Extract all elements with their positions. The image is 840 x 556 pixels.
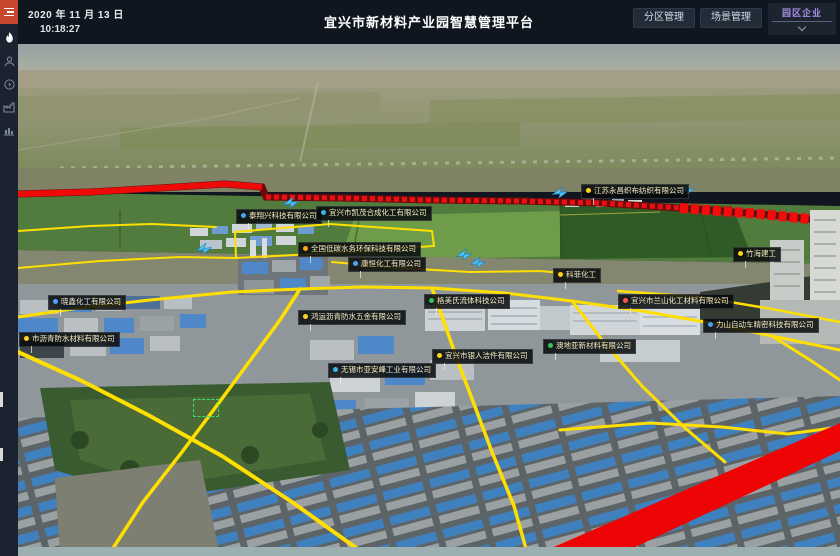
company-type-icon — [429, 298, 434, 303]
company-label-text: 宜兴市兰山化工材料有限公司 — [631, 297, 729, 305]
company-label[interactable]: 康恒化工有限公司 — [348, 257, 426, 272]
company-label-text: 无锡市亚安峰工业有限公司 — [341, 366, 431, 374]
company-label-text: 江苏永昌织布纺织有限公司 — [594, 187, 684, 195]
company-type-icon — [353, 261, 358, 266]
park-enterprise-dropdown-label: 园区企业 — [782, 6, 822, 19]
company-type-icon — [241, 213, 246, 218]
company-type-icon — [738, 251, 743, 256]
company-label-text: 宜兴市凯茂合成化工有限公司 — [329, 209, 427, 217]
company-label-text: 鸿运沥青防水五金有限公司 — [311, 313, 401, 321]
park-enterprise-dropdown[interactable]: 园区企业 — [768, 3, 836, 35]
company-label[interactable]: 全国低碳水务环保科技有限公司 — [298, 242, 421, 257]
company-type-icon — [24, 336, 29, 341]
company-label-text: 宜兴市银人洁件有限公司 — [445, 352, 528, 360]
company-label[interactable]: 江苏永昌织布纺织有限公司 — [581, 184, 689, 199]
company-type-icon — [437, 353, 442, 358]
menu-icon[interactable] — [0, 0, 18, 24]
user-icon[interactable] — [3, 55, 15, 67]
company-label[interactable]: 宜兴市兰山化工材料有限公司 — [618, 294, 734, 309]
bottom-edge-strip — [18, 547, 840, 556]
company-label-text: 澳地亚新材料有限公司 — [556, 342, 631, 350]
chevron-down-icon — [798, 23, 806, 31]
company-type-icon — [321, 210, 326, 215]
company-label[interactable]: 宜兴市银人洁件有限公司 — [432, 349, 533, 364]
company-label[interactable]: 晓鑫化工有限公司 — [48, 295, 126, 310]
selection-box — [193, 399, 219, 417]
map-3d-view[interactable]: 泰翔兴科技有限公司 宜兴市凯茂合成化工有限公司全国低碳水务环保科技有限公司康恒化工… — [18, 44, 840, 556]
company-label-text: 市沥青防水材料有限公司 — [32, 335, 115, 343]
zone-management-button[interactable]: 分区管理 — [633, 8, 695, 28]
company-type-icon — [53, 299, 58, 304]
company-label[interactable]: 市沥青防水材料有限公司 — [19, 332, 120, 347]
company-label-text: 竹海建工 — [746, 250, 776, 258]
company-type-icon — [708, 322, 713, 327]
company-label[interactable]: 格美氏流体科技公司 — [424, 294, 510, 309]
company-label-text: 格美氏流体科技公司 — [437, 297, 505, 305]
company-type-icon — [586, 188, 591, 193]
warehouse-layer — [18, 382, 840, 556]
bar-chart-icon[interactable] — [3, 124, 15, 136]
company-label[interactable]: 竹海建工 — [733, 247, 781, 262]
company-label-text: 泰翔兴科技有限公司 — [249, 212, 317, 220]
company-label-text: 科菲化工 — [566, 271, 596, 279]
tool-sidebar — [0, 24, 18, 556]
company-type-icon — [303, 314, 308, 319]
flame-icon[interactable] — [3, 32, 15, 44]
panel-handle[interactable] — [0, 392, 3, 407]
company-label-text: 康恒化工有限公司 — [361, 260, 421, 268]
company-label[interactable]: 无锡市亚安峰工业有限公司 — [328, 363, 436, 378]
company-label-text: 晓鑫化工有限公司 — [61, 298, 121, 306]
top-header-bar: 2020 年 11 月 13 日 10:18:27 宜兴市新材料产业园智慧管理平… — [18, 0, 840, 44]
company-type-icon — [623, 298, 628, 303]
company-type-icon — [303, 246, 308, 251]
company-label[interactable]: 澳地亚新材料有限公司 — [543, 339, 636, 354]
company-label[interactable]: 力山自动车精密科技有限公司 — [703, 318, 819, 333]
company-label[interactable]: 泰翔兴科技有限公司 — [236, 209, 322, 224]
company-label[interactable]: 科菲化工 — [553, 268, 601, 283]
company-type-icon — [333, 367, 338, 372]
company-label[interactable]: 鸿运沥青防水五金有限公司 — [298, 310, 406, 325]
company-type-icon — [558, 272, 563, 277]
company-label[interactable]: 宜兴市凯茂合成化工有限公司 — [316, 206, 432, 221]
panel-handle[interactable] — [0, 448, 3, 461]
company-label-text: 力山自动车精密科技有限公司 — [716, 321, 814, 329]
company-type-icon — [548, 343, 553, 348]
smart-park-platform-window: 2020 年 11 月 13 日 10:18:27 宜兴市新材料产业园智慧管理平… — [0, 0, 840, 556]
factory-icon[interactable] — [3, 101, 15, 113]
power-icon[interactable] — [3, 78, 15, 90]
sky-layer — [18, 44, 840, 192]
scene-management-button[interactable]: 场景管理 — [700, 8, 762, 28]
company-label-text: 全国低碳水务环保科技有限公司 — [311, 245, 416, 253]
